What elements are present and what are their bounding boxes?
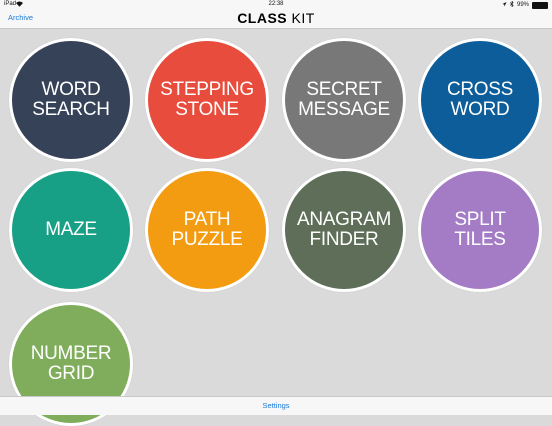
game-label: ANAGRAM FINDER [297,209,391,250]
battery-percent: 99% [516,2,529,8]
app-title-bold: CLASS [237,10,288,26]
cross-word-button[interactable]: CROSS WORD [418,38,542,162]
game-label: MAZE [45,219,97,240]
battery-icon [532,1,548,9]
location-icon [502,1,507,9]
games-grid: WORD SEARCH STEPPING STONE SECRET MESSAG… [0,0,552,426]
split-tiles-button[interactable]: SPLIT TILES [418,168,542,292]
game-label: CROSS WORD [446,79,514,120]
settings-button[interactable]: Settings [0,401,552,410]
anagram-finder-button[interactable]: ANAGRAM FINDER [282,168,406,292]
status-time: 22:38 [268,1,284,7]
bottom-toolbar: Settings [0,396,552,415]
game-label: STEPPING STONE [160,79,254,120]
game-label: PATH PUZZLE [171,209,243,250]
secret-message-button[interactable]: SECRET MESSAGE [282,38,406,162]
status-bar: iPad 22:38 99% [0,0,552,10]
game-label: NUMBER GRID [30,343,112,384]
app-title-light: KIT [291,10,315,26]
maze-button[interactable]: MAZE [9,168,133,292]
path-puzzle-button[interactable]: PATH PUZZLE [145,168,269,292]
game-label: WORD SEARCH [32,79,110,120]
game-label: SECRET MESSAGE [298,79,390,120]
nav-bar: Archive CLASS KIT [0,10,552,29]
stepping-stone-button[interactable]: STEPPING STONE [145,38,269,162]
app-title: CLASS KIT [0,10,552,26]
bluetooth-icon [509,0,514,9]
word-search-button[interactable]: WORD SEARCH [9,38,133,162]
game-label: SPLIT TILES [454,209,506,250]
